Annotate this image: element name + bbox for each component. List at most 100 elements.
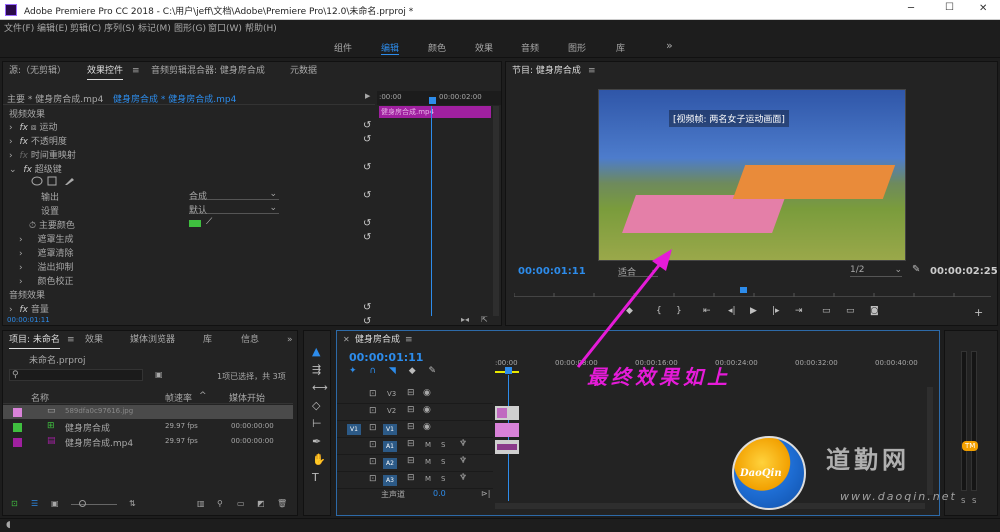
pen-tool-icon[interactable]: ✒ (312, 433, 328, 451)
list-view-icon[interactable]: ☰ (31, 499, 38, 508)
sync-lock-icon[interactable]: ⊟ (407, 422, 415, 432)
lock-icon[interactable]: ⊡ (11, 499, 18, 508)
menu-help[interactable]: 帮助(H) (245, 21, 277, 34)
master-clip-label[interactable]: 主要 * 健身房合成.mp4 (7, 92, 103, 105)
track-select-tool-icon[interactable]: ⇶ (312, 361, 328, 379)
sub-spill[interactable]: › 溢出抑制 (19, 260, 375, 273)
col-frame-rate[interactable]: 帧速率 (165, 391, 192, 404)
tab-info[interactable]: 信息 (241, 331, 259, 349)
program-tab-menu-icon[interactable]: ≡ (588, 62, 596, 80)
close-window-button[interactable]: ✕ (979, 3, 987, 14)
new-bin-from-search-icon[interactable]: ▣ (155, 370, 163, 379)
setting-dropdown[interactable]: 默认 ⌄ (189, 203, 279, 216)
new-bin-icon[interactable]: ▭ (237, 499, 245, 508)
clip-a1[interactable] (495, 440, 519, 454)
tab-audio-mixer[interactable]: 音频剪辑混合器: 健身房合成 (151, 62, 265, 80)
effect-time-remap[interactable]: › fx 时间重映射 (9, 148, 375, 161)
go-to-out-button[interactable]: ⇥ (795, 306, 803, 316)
timeline-tab-menu-icon[interactable]: ≡ (405, 331, 413, 349)
menu-sequence[interactable]: 序列(S) (104, 21, 135, 34)
workspace-audio[interactable]: 音频 (521, 41, 539, 54)
clip-v2[interactable] (495, 406, 519, 420)
mini-clip[interactable]: 健身房合成.mp4 (379, 106, 491, 118)
workspace-color[interactable]: 颜色 (428, 41, 446, 54)
rect-mask-icon[interactable] (47, 176, 57, 186)
icon-view-icon[interactable]: ▣ (51, 499, 59, 508)
sync-lock-icon[interactable]: ⊟ (407, 456, 415, 466)
project-more-button[interactable]: » (287, 331, 293, 349)
project-tab-menu-icon[interactable]: ≡ (67, 331, 75, 349)
fx-badge-icon[interactable]: fx (19, 123, 28, 133)
linked-icon[interactable]: ◥ (389, 366, 396, 376)
slip-tool-icon[interactable]: ⊢ (312, 415, 328, 433)
tab-project[interactable]: 项目: 未命名 (9, 331, 60, 349)
lock-icon[interactable]: ⊡ (369, 440, 377, 450)
export-icon[interactable]: ⇱ (481, 315, 488, 324)
settings-wrench-icon[interactable]: ✎ (428, 366, 436, 376)
list-item[interactable]: ⊞ 健身房合成 29.97 fps 00:00:00:00 (3, 420, 293, 434)
lock-icon[interactable]: ⊡ (369, 406, 377, 416)
meter-solo-left[interactable]: S (961, 497, 965, 505)
tab-libraries[interactable]: 库 (203, 331, 212, 349)
add-button[interactable]: + (974, 306, 983, 319)
col-name[interactable]: 名称 (31, 391, 49, 404)
step-back-button[interactable]: ◂| (728, 306, 736, 316)
new-item-icon[interactable]: ◩ (257, 499, 265, 508)
minimize-button[interactable]: ─ (908, 3, 914, 14)
workspace-effects[interactable]: 效果 (475, 41, 493, 54)
tab-metadata[interactable]: 元数据 (290, 62, 317, 80)
lock-icon[interactable]: ⊡ (369, 457, 377, 467)
timeline-v-scrollbar[interactable] (927, 387, 933, 495)
resolution-dropdown[interactable]: 1/2 ⌄ (850, 265, 902, 277)
tab-effects[interactable]: 效果 (85, 331, 103, 349)
output-dropdown[interactable]: 合成 ⌄ (189, 189, 279, 202)
list-item[interactable]: ▭ 589dfa0c97616.jpg (3, 405, 293, 419)
ellipse-mask-icon[interactable] (31, 176, 43, 186)
automate-icon[interactable]: ▥ (197, 499, 205, 508)
solo-button[interactable]: S (441, 475, 445, 483)
stopwatch-icon[interactable]: ⏱ (29, 221, 36, 231)
sort-arrow-icon[interactable]: ^ (199, 391, 207, 401)
mic-icon[interactable]: ♆ (459, 439, 467, 449)
lift-button[interactable]: ▭ (822, 306, 831, 316)
lock-icon[interactable]: ⊡ (369, 474, 377, 484)
find-icon[interactable]: ⚲ (217, 499, 223, 508)
mute-button[interactable]: M (425, 458, 431, 466)
eye-icon[interactable]: ◉ (423, 388, 431, 398)
sub-matte-generation[interactable]: › 遮罩生成 (19, 232, 375, 245)
menu-edit[interactable]: 编辑(E) (37, 21, 68, 34)
eyedropper-icon[interactable]: ⟋ (206, 217, 212, 227)
effect-opacity[interactable]: › fx 不透明度 (9, 134, 375, 147)
pen-mask-icon[interactable] (65, 178, 74, 185)
workspace-assembly[interactable]: 组件 (334, 41, 352, 54)
maximize-button[interactable]: ☐ (945, 2, 954, 13)
step-forward-button[interactable]: |▸ (772, 306, 780, 316)
ripple-edit-tool-icon[interactable]: ⟷ (312, 379, 328, 397)
timeline-timecode[interactable]: 00:00:01:11 (349, 351, 423, 364)
effect-controls-scrollbar[interactable] (493, 106, 499, 316)
sub-matte-cleanup[interactable]: › 遮罩清除 (19, 246, 375, 259)
hand-tool-icon[interactable]: ✋ (312, 451, 328, 469)
timeline-close-button[interactable]: ✕ (343, 331, 350, 349)
tab-media-browser[interactable]: 媒体浏览器 (130, 331, 175, 349)
sort-icon[interactable]: ⇅ (129, 499, 136, 508)
sequence-clip-label[interactable]: 健身房合成 * 健身房合成.mp4 (113, 92, 236, 105)
menu-window[interactable]: 窗口(W) (208, 21, 242, 34)
sync-lock-icon[interactable]: ⊟ (407, 388, 415, 398)
effect-motion[interactable]: › fx ⧈ 运动 (9, 120, 375, 133)
filter-icon[interactable]: ▸◂ (461, 315, 469, 324)
zoom-slider[interactable] (71, 504, 117, 505)
key-color-swatch[interactable] (189, 220, 201, 227)
mini-playhead[interactable] (429, 97, 436, 104)
extract-button[interactable]: ▭ (846, 306, 855, 316)
workspace-editing[interactable]: 编辑 (381, 41, 400, 55)
razor-tool-icon[interactable]: ◇ (312, 397, 328, 415)
solo-button[interactable]: S (441, 441, 445, 449)
tab-menu-icon[interactable]: ≡ (132, 62, 140, 80)
play-button[interactable]: ▶ (750, 306, 757, 316)
camera-icon[interactable]: ◙ (870, 306, 879, 316)
type-tool-icon[interactable]: T (312, 469, 328, 487)
timeline-playhead[interactable] (505, 367, 512, 374)
menu-graphics[interactable]: 图形(G) (174, 21, 206, 34)
sync-lock-icon[interactable]: ⊟ (407, 439, 415, 449)
